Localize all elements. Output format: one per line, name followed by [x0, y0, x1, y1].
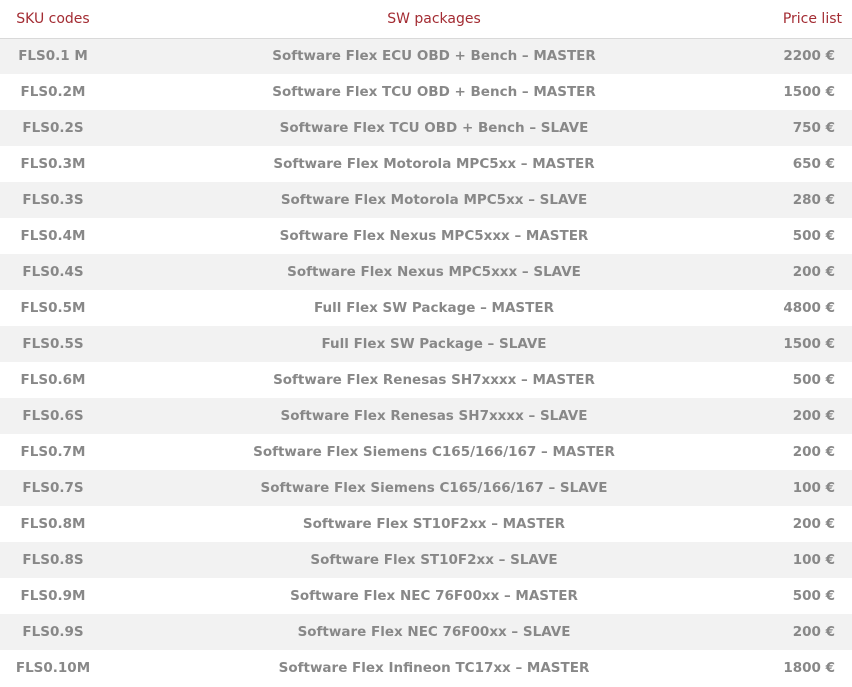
sku-cell: FLS0.7S	[22, 480, 84, 496]
package-cell: Full Flex SW Package – SLAVE	[321, 336, 547, 352]
table-row: FLS0.6S Software Flex Renesas SH7xxxx – S…	[0, 398, 852, 434]
table-body: FLS0.1 M Software Flex ECU OBD + Bench – …	[0, 38, 852, 686]
header-row: SKU codes SW packages Price list	[0, 0, 852, 38]
table-row: FLS0.3S Software Flex Motorola MPC5xx – S…	[0, 182, 852, 218]
sku-cell: FLS0.10M	[15, 660, 91, 676]
table-row: FLS0.5S Full Flex SW Package – SLAVE 1500 …	[0, 326, 852, 362]
price-cell: 750 €	[792, 120, 835, 136]
table-row: FLS0.3M Software Flex Motorola MPC5xx – M…	[0, 146, 852, 182]
package-cell: Software Flex Infineon TC17xx – MASTER	[278, 660, 590, 676]
package-cell: Software Flex Renesas SH7xxxx – MASTER	[273, 372, 595, 388]
sku-cell: FLS0.1 M	[18, 48, 88, 65]
sku-cell: FLS0.7M	[20, 444, 86, 460]
package-cell: Software Flex ST10F2xx – MASTER	[302, 516, 566, 532]
header-sw-packages: SW packages	[387, 10, 481, 27]
sku-cell: FLS0.2M	[20, 84, 86, 100]
table-row: FLS0.6M Software Flex Renesas SH7xxxx – M…	[0, 362, 852, 398]
table-header: SKU codes SW packages Price list	[0, 0, 852, 38]
package-cell: Software Flex Motorola MPC5xx – MASTER	[273, 156, 595, 172]
price-list-table: SKU codes SW packages Price list FLS0.1 …	[0, 0, 852, 686]
price-cell: 1800 €	[783, 660, 835, 676]
sku-cell: FLS0.8M	[20, 516, 86, 532]
price-cell: 500 €	[792, 372, 835, 388]
sku-cell: FLS0.8S	[22, 552, 84, 568]
price-cell: 200 €	[792, 408, 835, 424]
price-cell: 200 €	[792, 264, 835, 280]
package-cell: Full Flex SW Package – MASTER	[314, 300, 554, 316]
package-cell: Software Flex ECU OBD + Bench – MASTER	[272, 48, 596, 65]
price-cell: 4800 €	[783, 300, 835, 316]
package-cell: Software Flex ST10F2xx – SLAVE	[310, 552, 558, 568]
table-row: FLS0.7M Software Flex Siemens C165/166/16…	[0, 434, 852, 470]
sku-cell: FLS0.3S	[22, 192, 84, 208]
price-cell: 200 €	[792, 444, 835, 460]
sku-cell: FLS0.6S	[22, 408, 84, 424]
price-cell: 1500 €	[783, 84, 835, 100]
sku-cell: FLS0.5S	[22, 336, 84, 352]
price-cell: 200 €	[792, 624, 835, 640]
table-row: FLS0.5M Full Flex SW Package – MASTER 4800…	[0, 290, 852, 326]
package-cell: Software Flex Renesas SH7xxxx – SLAVE	[280, 408, 588, 424]
package-cell: Software Flex TCU OBD + Bench – MASTER	[272, 84, 596, 100]
sku-cell: FLS0.4S	[22, 264, 84, 280]
table-row: FLS0.9M Software Flex NEC 76F00xx – MASTE…	[0, 578, 852, 614]
sku-cell: FLS0.6M	[20, 372, 86, 388]
price-cell: 650 €	[792, 156, 835, 172]
package-cell: Software Flex Nexus MPC5xxx – SLAVE	[287, 264, 581, 280]
price-cell: 100 €	[792, 480, 835, 496]
sku-cell: FLS0.5M	[20, 300, 86, 316]
sku-cell: FLS0.9M	[20, 588, 86, 604]
table-row: FLS0.2M Software Flex TCU OBD + Bench – M…	[0, 74, 852, 110]
price-cell: 1500 €	[783, 336, 835, 352]
sku-cell: FLS0.4M	[20, 228, 86, 244]
table-row: FLS0.10M Software Flex Infineon TC17xx – …	[0, 650, 852, 686]
package-cell: Software Flex TCU OBD + Bench – SLAVE	[279, 120, 589, 136]
table-row: FLS0.8M Software Flex ST10F2xx – MASTER 20…	[0, 506, 852, 542]
table-row: FLS0.1 M Software Flex ECU OBD + Bench – …	[0, 38, 852, 74]
package-cell: Software Flex Siemens C165/166/167 – SLA…	[260, 480, 608, 496]
price-cell: 200 €	[792, 516, 835, 532]
package-cell: Software Flex NEC 76F00xx – MASTER	[290, 588, 578, 604]
package-cell: Software Flex Nexus MPC5xxx – MASTER	[279, 228, 589, 244]
header-price-list: Price list	[782, 10, 842, 27]
package-cell: Software Flex NEC 76F00xx – SLAVE	[297, 624, 571, 640]
table-row: FLS0.4S Software Flex Nexus MPC5xxx – SLA…	[0, 254, 852, 290]
table-row: FLS0.2S Software Flex TCU OBD + Bench – S…	[0, 110, 852, 146]
package-cell: Software Flex Siemens C165/166/167 – MAS…	[253, 444, 615, 460]
table-row: FLS0.7S Software Flex Siemens C165/166/16…	[0, 470, 852, 506]
sku-cell: FLS0.3M	[20, 156, 86, 172]
price-cell: 2200 €	[783, 48, 835, 65]
table-row: FLS0.9S Software Flex NEC 76F00xx – SLAVE…	[0, 614, 852, 650]
sku-cell: FLS0.2S	[22, 120, 84, 136]
table-row: FLS0.4M Software Flex Nexus MPC5xxx – MAS…	[0, 218, 852, 254]
price-cell: 100 €	[792, 552, 835, 568]
package-cell: Software Flex Motorola MPC5xx – SLAVE	[280, 192, 588, 208]
table-row: FLS0.8S Software Flex ST10F2xx – SLAVE 100…	[0, 542, 852, 578]
price-cell: 500 €	[792, 228, 835, 244]
price-cell: 500 €	[792, 588, 835, 604]
price-cell: 280 €	[792, 192, 835, 208]
header-sku-codes: SKU codes	[16, 10, 90, 27]
sku-cell: FLS0.9S	[22, 624, 84, 640]
